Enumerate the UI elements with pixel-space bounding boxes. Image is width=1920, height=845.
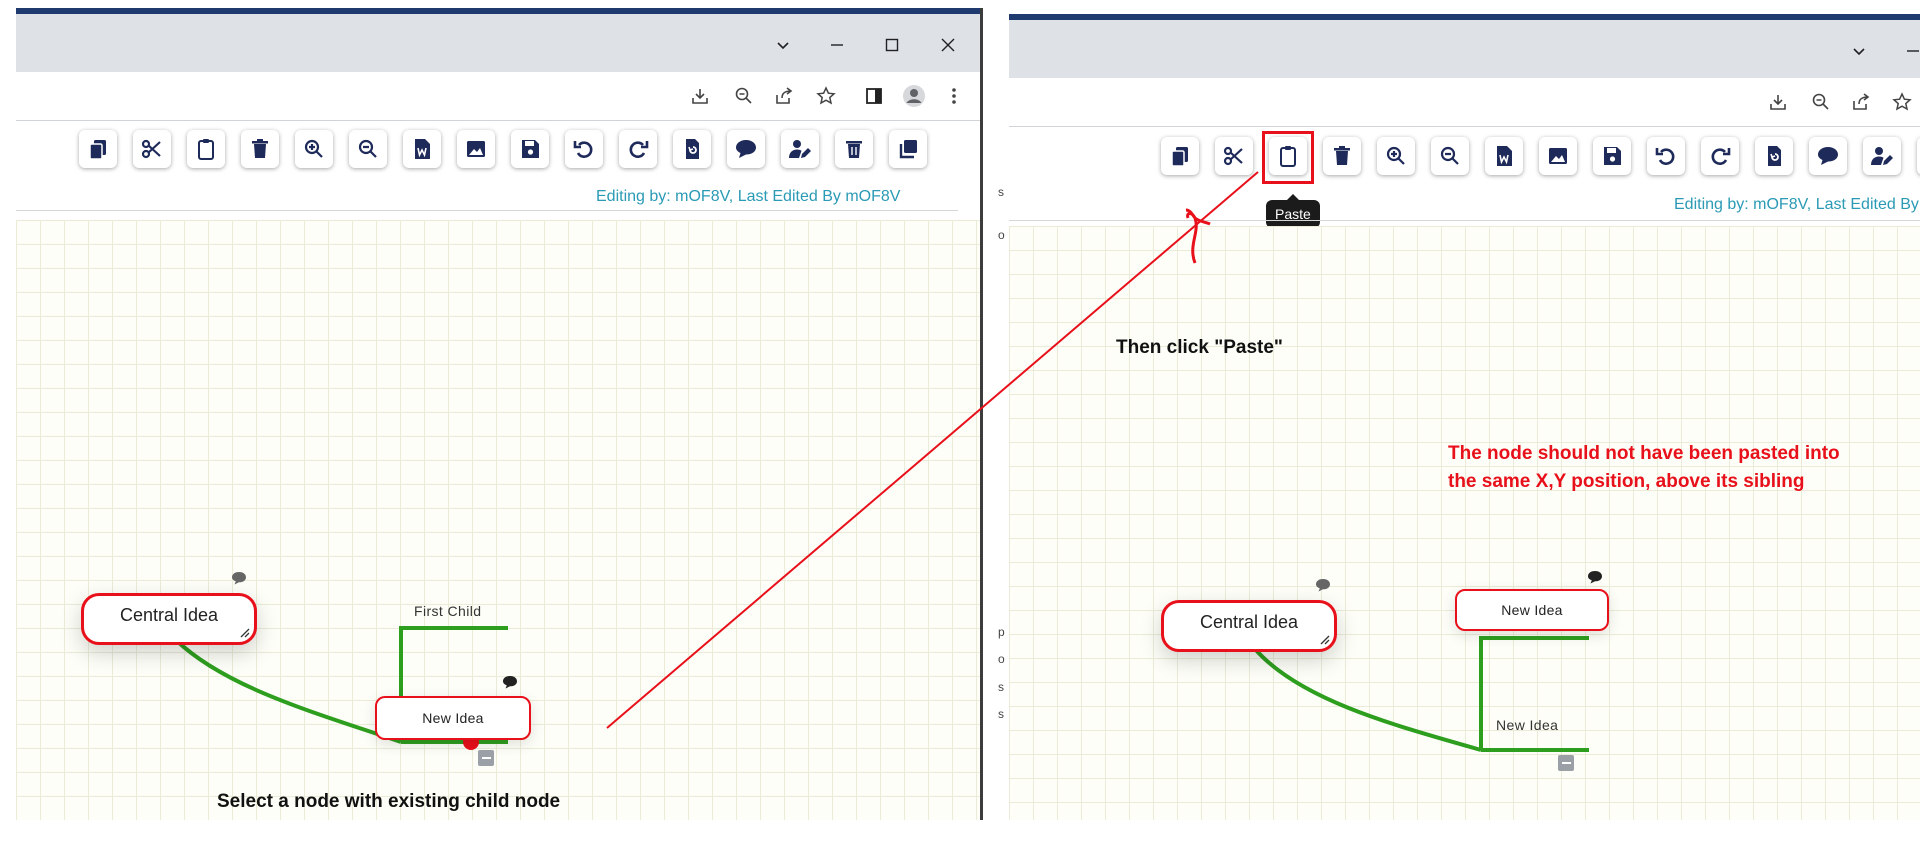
- node-label: New Idea: [422, 710, 484, 726]
- clipped-text: o: [998, 228, 1005, 242]
- node-new-idea-sibling[interactable]: New Idea: [1496, 717, 1558, 733]
- collapse-toggle-icon[interactable]: [478, 750, 494, 766]
- comment-bubble-icon[interactable]: [231, 571, 247, 585]
- bug-note-line1: The node should not have been pasted int…: [1448, 443, 1840, 464]
- comment-bubble-icon[interactable]: [502, 675, 518, 689]
- node-new-idea-selected[interactable]: New Idea: [375, 696, 531, 740]
- resize-handle-icon[interactable]: [1320, 635, 1330, 645]
- node-central-idea[interactable]: Central Idea: [81, 593, 257, 645]
- clipped-text: s: [998, 680, 1004, 694]
- node-label: Central Idea: [1199, 611, 1299, 632]
- clipped-text: s: [998, 707, 1004, 721]
- instruction-click-paste: Then click "Paste": [1116, 337, 1283, 358]
- clipped-text: s: [998, 185, 1004, 199]
- resize-handle-icon[interactable]: [240, 628, 250, 638]
- right-screenshot-panel: Paste Editing by: mOF8V, Last Edited By …: [1009, 14, 1920, 820]
- node-central-idea[interactable]: Central Idea: [1161, 600, 1337, 652]
- branch-lines: [1253, 636, 1589, 752]
- node-label: New Idea: [1501, 602, 1563, 618]
- collapse-toggle-icon[interactable]: [1558, 755, 1574, 771]
- pasted-branch: [1479, 636, 1589, 750]
- comment-bubble-icon[interactable]: [1315, 578, 1331, 592]
- clipped-text: o: [998, 652, 1005, 666]
- panel-separator: [980, 8, 1009, 820]
- node-new-idea-pasted[interactable]: New Idea: [1455, 589, 1609, 631]
- central-to-child-branch: [1253, 647, 1482, 752]
- instruction-select-node: Select a node with existing child node: [217, 791, 561, 812]
- central-to-child-branch: [174, 638, 402, 744]
- node-first-child[interactable]: First Child: [414, 603, 481, 619]
- bug-note-line2: the same X,Y position, above its sibling: [1448, 471, 1805, 492]
- bug-note: The node should not have been pasted int…: [1448, 440, 1840, 496]
- node-label: Central Idea: [119, 604, 219, 625]
- comment-bubble-icon[interactable]: [1587, 570, 1603, 584]
- left-screenshot-panel: Editing by: mOF8V, Last Edited By mOF8V …: [16, 8, 980, 820]
- clipped-text: p: [998, 625, 1005, 639]
